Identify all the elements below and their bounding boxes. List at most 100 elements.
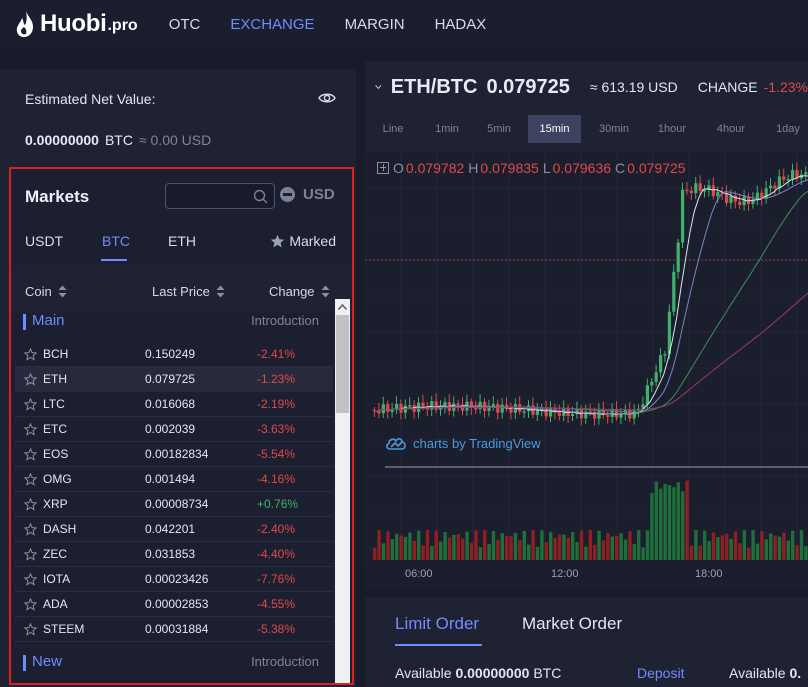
candle-body [733, 195, 737, 202]
tab-btc[interactable]: BTC [102, 233, 130, 249]
market-row-ltc[interactable]: LTC 0.016068 -2.19% [15, 392, 333, 417]
candle-body [522, 411, 526, 413]
section-marker [23, 314, 26, 330]
star-outline-icon[interactable] [24, 598, 37, 611]
candlestick-chart[interactable]: O 0.079782 H 0.079835 L 0.079636 C 0.079725 … [365, 152, 808, 590]
volume-bar [676, 482, 680, 560]
candle-body [549, 407, 553, 417]
market-row-omg[interactable]: OMG 0.001494 -4.16% [15, 467, 333, 492]
scroll-thumb[interactable] [336, 315, 349, 413]
volume-bar [527, 544, 531, 560]
huobi-logo[interactable]: Huobi .pro [14, 10, 138, 38]
coin-name: XRP [43, 497, 68, 511]
tab-limit-order[interactable]: Limit Order [395, 614, 479, 634]
interval-30min[interactable]: 30min [588, 115, 640, 143]
pair-header: ETH/BTC 0.079725 ≈ 613.19 USD CHANGE -1.… [365, 62, 808, 112]
tab-eth[interactable]: ETH [168, 233, 196, 249]
main-introduction-link[interactable]: Introduction [251, 313, 319, 328]
expand-icon[interactable] [377, 162, 389, 174]
star-outline-icon[interactable] [24, 548, 37, 561]
eye-icon[interactable] [318, 91, 336, 105]
last-price: 0.00008734 [145, 497, 209, 511]
interval-4hour[interactable]: 4hour [706, 115, 756, 143]
tab-usdt[interactable]: USDT [25, 233, 63, 249]
nav-hadax[interactable]: HADAX [435, 16, 487, 33]
markets-panel: Markets USD USDT BTC ETH Marked Coin Las… [9, 167, 354, 685]
interval-1day[interactable]: 1day [765, 115, 808, 143]
market-row-steem[interactable]: STEEM 0.00031884 -5.38% [15, 617, 333, 642]
interval-1min[interactable]: 1min [423, 115, 471, 143]
market-row-ada[interactable]: ADA 0.00002853 -4.55% [15, 592, 333, 617]
star-outline-icon[interactable] [24, 473, 37, 486]
interval-1hour[interactable]: 1hour [647, 115, 697, 143]
volume-bar [390, 539, 394, 560]
volume-bar [403, 536, 408, 560]
chevron-down-icon[interactable] [375, 83, 382, 91]
nav-exchange[interactable]: EXCHANGE [230, 16, 314, 33]
volume-bar [571, 531, 575, 560]
market-row-eos[interactable]: EOS 0.00182834 -5.54% [15, 442, 333, 467]
volume-bar [645, 530, 650, 560]
coin-name: STEEM [43, 622, 85, 636]
change-percent: -2.19% [257, 397, 296, 411]
interval-line[interactable]: Line [369, 115, 417, 143]
toggle-minus-icon [280, 187, 295, 202]
markets-table-header: Coin Last Price Change [11, 265, 352, 313]
sort-icon [321, 285, 330, 298]
volume-bar [777, 536, 782, 560]
scroll-up-arrow-icon[interactable] [335, 299, 350, 315]
ohlc-high: 0.079835 [480, 160, 539, 176]
markets-search-input[interactable] [165, 183, 275, 209]
tab-marked[interactable]: Marked [270, 233, 336, 249]
column-change[interactable]: Change [269, 284, 330, 299]
volume-bar [535, 546, 540, 560]
market-row-iota[interactable]: IOTA 0.00023426 -7.76% [15, 567, 333, 592]
change-value: -1.23% [763, 79, 808, 95]
last-price: 0.00023426 [145, 572, 209, 586]
star-outline-icon[interactable] [24, 398, 37, 411]
market-row-xrp[interactable]: XRP 0.00008734 +0.76% [15, 492, 333, 517]
market-row-bch[interactable]: BCH 0.150249 -2.41% [15, 342, 333, 367]
column-coin-label: Coin [25, 284, 52, 299]
volume-bar [474, 530, 478, 560]
star-outline-icon[interactable] [24, 623, 37, 636]
markets-scrollbar[interactable] [335, 299, 350, 683]
tab-market-order[interactable]: Market Order [522, 614, 622, 634]
deposit-link[interactable]: Deposit [637, 665, 684, 681]
nav-otc[interactable]: OTC [169, 16, 201, 33]
volume-bar [395, 533, 399, 560]
new-introduction-link[interactable]: Introduction [251, 654, 319, 669]
moving-average-line [372, 292, 808, 413]
market-row-eth[interactable]: ETH 0.079725 -1.23% [15, 367, 333, 392]
volume-bar [540, 530, 544, 560]
market-row-zec[interactable]: ZEC 0.031853 -4.40% [15, 542, 333, 567]
volume-bar [619, 533, 623, 560]
new-section-header: New Introduction [11, 652, 333, 676]
moving-average-line [372, 179, 808, 415]
volume-bar [465, 531, 469, 560]
star-outline-icon[interactable] [24, 523, 37, 536]
nav-margin[interactable]: MARGIN [345, 16, 405, 33]
volume-bar [557, 534, 562, 560]
market-row-etc[interactable]: ETC 0.002039 -3.63% [15, 417, 333, 442]
interval-15min[interactable]: 15min [528, 115, 581, 143]
volume-bar [672, 487, 676, 560]
volume-bar [711, 532, 716, 560]
volume-bar [623, 539, 628, 560]
star-outline-icon[interactable] [24, 423, 37, 436]
change-percent: -7.76% [257, 572, 296, 586]
interval-5min[interactable]: 5min [475, 115, 523, 143]
star-outline-icon[interactable] [24, 348, 37, 361]
candle-body [791, 170, 795, 180]
column-last-price[interactable]: Last Price [152, 284, 225, 299]
star-outline-icon[interactable] [24, 448, 37, 461]
star-outline-icon[interactable] [24, 373, 37, 386]
market-row-dash[interactable]: DASH 0.042201 -2.40% [15, 517, 333, 542]
usd-toggle[interactable]: USD [280, 186, 335, 203]
pair-name[interactable]: ETH/BTC [391, 76, 478, 99]
star-outline-icon[interactable] [24, 573, 37, 586]
volume-bar [685, 480, 689, 560]
tradingview-watermark[interactable]: charts by TradingView [385, 435, 541, 451]
star-outline-icon[interactable] [24, 498, 37, 511]
column-coin[interactable]: Coin [25, 284, 67, 299]
